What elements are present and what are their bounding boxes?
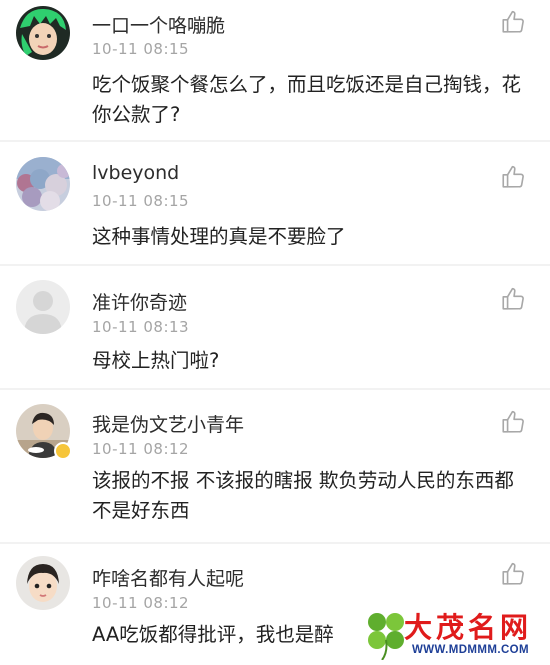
comment-item: 我是伪文艺小青年 10-11 08:12 该报的不报 不该报的瞎报 欺负劳动人民… xyxy=(0,390,550,542)
comment-feed: 一口一个咯嘣脆 10-11 08:15 吃个饭聚个餐怎么了，而且吃饭还是自己掏钱… xyxy=(0,0,550,665)
comment-text: 吃个饭聚个餐怎么了，而且吃饭还是自己掏钱，花你公款了? xyxy=(92,73,522,126)
comment-timestamp: 10-11 08:13 xyxy=(92,318,190,336)
watermark-title: 大茂名网 xyxy=(404,611,533,644)
thumbs-up-icon[interactable] xyxy=(500,409,526,435)
comment-timestamp: 10-11 08:12 xyxy=(92,440,190,458)
comment-username[interactable]: 我是伪文艺小青年 xyxy=(92,410,244,437)
comment-timestamp: 10-11 08:15 xyxy=(92,40,190,58)
site-watermark: 大茂名网 WWW.MDMMM.COM xyxy=(360,604,550,665)
thumbs-up-icon[interactable] xyxy=(500,9,526,35)
watermark-url: WWW.MDMMM.COM xyxy=(412,644,529,656)
verified-badge-icon xyxy=(54,442,72,460)
comment-item: 准许你奇迹 10-11 08:13 母校上热门啦? xyxy=(0,266,550,388)
thumbs-up-icon[interactable] xyxy=(500,286,526,312)
avatar[interactable] xyxy=(16,556,70,610)
comment-username[interactable]: lvbeyond xyxy=(92,162,179,184)
comment-username[interactable]: 一口一个咯嘣脆 xyxy=(92,11,225,38)
comment-item: 一口一个咯嘣脆 10-11 08:15 吃个饭聚个餐怎么了，而且吃饭还是自己掏钱… xyxy=(0,0,550,140)
comment-username[interactable]: 咋啥名都有人起呢 xyxy=(92,564,244,591)
comment-timestamp: 10-11 08:15 xyxy=(92,192,190,210)
comment-text: 母校上热门啦? xyxy=(92,349,220,372)
comment-username[interactable]: 准许你奇迹 xyxy=(92,288,187,315)
thumbs-up-icon[interactable] xyxy=(500,164,526,190)
comment-timestamp: 10-11 08:12 xyxy=(92,594,190,612)
comment-item: lvbeyond 10-11 08:15 这种事情处理的真是不要脸了 xyxy=(0,142,550,264)
comment-text: 该报的不报 不该报的瞎报 欺负劳动人民的东西都不是好东西 xyxy=(92,469,514,522)
avatar[interactable] xyxy=(16,280,70,334)
clover-logo-icon xyxy=(364,610,408,661)
comment-text: 这种事情处理的真是不要脸了 xyxy=(92,225,346,248)
avatar[interactable] xyxy=(16,157,70,211)
avatar[interactable] xyxy=(16,6,70,60)
thumbs-up-icon[interactable] xyxy=(500,561,526,587)
